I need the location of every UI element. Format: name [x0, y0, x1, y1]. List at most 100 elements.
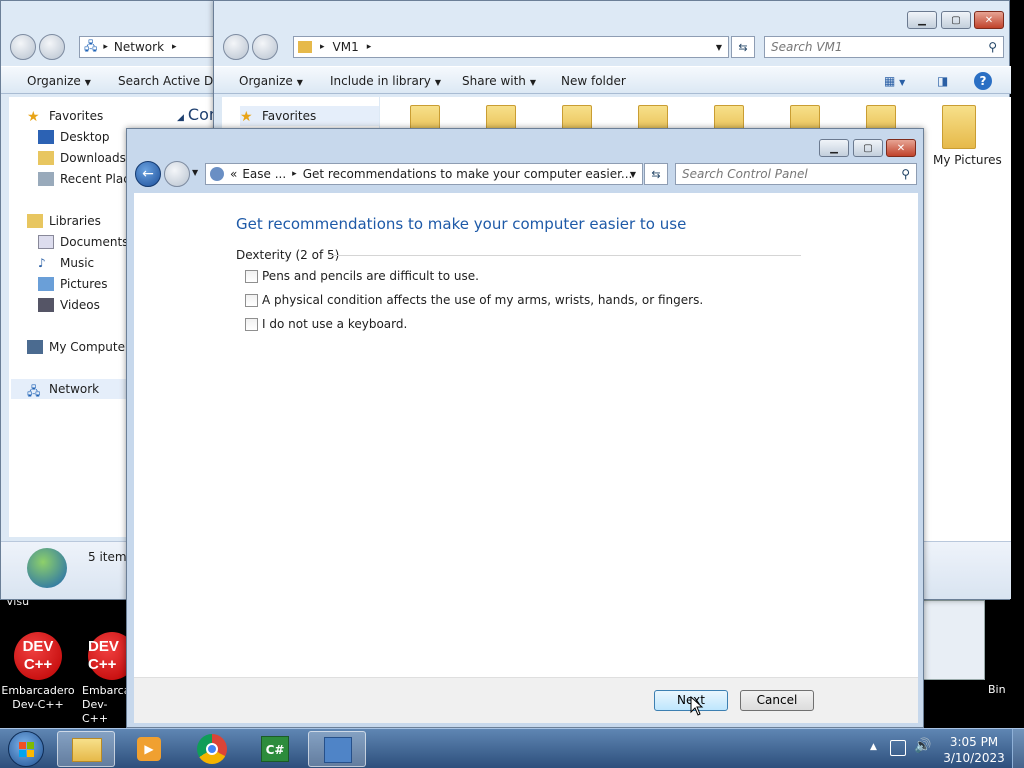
nav-libraries[interactable]: Libraries: [27, 211, 101, 231]
taskbar-explorer[interactable]: [57, 731, 115, 767]
maximize-button[interactable]: ▢: [941, 11, 971, 29]
preview-pane-icon[interactable]: ◨: [937, 74, 948, 88]
star-icon: ★: [27, 109, 40, 125]
nav-documents[interactable]: Documents: [38, 232, 128, 252]
search-input[interactable]: Search Control Panel ⚲: [675, 163, 917, 185]
recent-places-icon: [38, 172, 54, 186]
taskbar-csharp[interactable]: C#: [246, 731, 304, 767]
nav-desktop[interactable]: Desktop: [38, 127, 110, 147]
checkbox[interactable]: [245, 293, 258, 307]
refresh-icon: ⇆: [651, 167, 661, 181]
option-physical-condition[interactable]: A physical condition affects the use of …: [245, 293, 703, 307]
option-no-keyboard[interactable]: I do not use a keyboard.: [245, 317, 407, 331]
address-bar[interactable]: « Ease ... ▸ Get recommendations to make…: [205, 163, 643, 185]
windows-logo-icon: [27, 742, 34, 749]
refresh-button[interactable]: ⇆: [731, 36, 755, 58]
control-panel-icon: [210, 167, 224, 181]
network-globe-icon: [27, 548, 67, 588]
forward-button[interactable]: [164, 161, 190, 187]
network-tray-icon[interactable]: [890, 740, 906, 756]
address-bar[interactable]: ▸ VM1 ▸ ▼: [293, 36, 729, 58]
start-button[interactable]: [8, 731, 44, 767]
nav-music[interactable]: ♪ Music: [38, 253, 94, 273]
new-folder-button[interactable]: New folder: [561, 74, 626, 88]
desktop-icon-devcpp-2[interactable]: DEV C++ Embarca Dev-C++: [80, 632, 126, 726]
devcpp-logo: DEV C++: [14, 632, 62, 680]
show-desktop-button[interactable]: [1012, 729, 1024, 768]
nav-pictures[interactable]: Pictures: [38, 274, 108, 294]
address-dropdown-icon[interactable]: ▼: [716, 43, 722, 52]
windows-logo-icon: [19, 742, 26, 749]
folder-icon: [298, 41, 312, 53]
documents-icon: [38, 235, 54, 249]
show-hidden-icons-icon[interactable]: ▲: [870, 742, 877, 752]
pictures-icon: [38, 277, 54, 291]
media-player-icon: ▶: [137, 737, 161, 761]
clock[interactable]: 3:05 PM 3/10/2023: [942, 734, 1006, 766]
option-pens-pencils[interactable]: Pens and pencils are difficult to use.: [245, 269, 479, 283]
windows-logo-icon: [27, 750, 34, 757]
help-icon[interactable]: ?: [974, 72, 992, 90]
share-with-button[interactable]: Share with ▼: [462, 74, 536, 88]
taskbar-media-player[interactable]: ▶: [120, 731, 178, 767]
taskbar-chrome[interactable]: [183, 731, 241, 767]
folder-icon: [72, 738, 102, 762]
recycle-bin-label: Bin: [988, 683, 1006, 696]
cancel-button[interactable]: Cancel: [740, 690, 814, 711]
clock-date: 3/10/2023: [943, 751, 1005, 765]
desktop-icon: [38, 130, 54, 144]
forward-button[interactable]: [252, 34, 278, 60]
search-icon: ⚲: [988, 40, 997, 54]
nav-favorites[interactable]: ★ Favorites: [27, 106, 103, 126]
clock-time: 3:05 PM: [949, 735, 999, 749]
refresh-button[interactable]: ⇆: [644, 163, 668, 185]
my-pictures-folder-icon[interactable]: [942, 105, 976, 149]
nav-favorites[interactable]: ★ Favorites: [240, 106, 379, 126]
button-bar: Next Cancel: [134, 677, 918, 723]
close-button[interactable]: ✕: [886, 139, 916, 157]
nav-recent-places[interactable]: Recent Place: [38, 169, 137, 189]
volume-icon[interactable]: 🔊: [914, 738, 931, 754]
address-dropdown-icon[interactable]: ▼: [630, 170, 636, 179]
content-area: Get recommendations to make your compute…: [134, 193, 918, 677]
desktop-icon-devcpp[interactable]: DEV C++ Embarcadero Dev-C++: [0, 632, 76, 712]
nav-downloads[interactable]: Downloads: [38, 148, 126, 168]
search-input[interactable]: Search VM1 ⚲: [764, 36, 1004, 58]
section-divider: [329, 255, 801, 256]
close-button[interactable]: ✕: [974, 11, 1004, 29]
ease-of-access-window: ▁ ▢ ✕ ← ▼ « Ease ... ▸ Get recommendatio…: [126, 128, 924, 728]
forward-button[interactable]: [39, 34, 65, 60]
recent-pages-dropdown[interactable]: ▼: [192, 168, 198, 177]
checkbox[interactable]: [245, 269, 258, 283]
nav-videos[interactable]: Videos: [38, 295, 100, 315]
checkbox[interactable]: [245, 317, 258, 331]
csharp-icon: C#: [261, 736, 289, 762]
computer-icon: [27, 340, 43, 354]
minimize-button[interactable]: ▁: [819, 139, 849, 157]
mouse-cursor-icon: [690, 696, 704, 716]
back-button[interactable]: [223, 34, 249, 60]
organize-button[interactable]: Organize ▼: [27, 74, 91, 88]
maximize-button[interactable]: ▢: [853, 139, 883, 157]
section-header: Dexterity (2 of 5): [236, 248, 340, 262]
windows-logo-icon: [19, 750, 26, 757]
breadcrumb-ease[interactable]: Ease ...: [242, 167, 286, 181]
address-bar[interactable]: 🖧 ▸ Network ▸: [79, 36, 215, 58]
include-in-library-button[interactable]: Include in library ▼: [330, 74, 441, 88]
music-icon: ♪: [38, 256, 46, 270]
breadcrumb-current[interactable]: Get recommendations to make your compute…: [303, 167, 633, 181]
organize-button[interactable]: Organize ▼: [239, 74, 303, 88]
devcpp-logo: DEV C++: [88, 632, 126, 680]
back-button[interactable]: [10, 34, 36, 60]
taskbar-control-panel[interactable]: [308, 731, 366, 767]
background-window-fragment: [923, 600, 985, 680]
minimize-button[interactable]: ▁: [907, 11, 937, 29]
nav-my-computer[interactable]: My Computer: [27, 337, 130, 357]
back-button[interactable]: ←: [135, 161, 161, 187]
my-pictures-label[interactable]: My Pictures: [933, 153, 1002, 167]
libraries-icon: [27, 214, 43, 228]
desktop-icon-label: Dev-C++: [12, 698, 64, 711]
control-panel-icon: [324, 737, 352, 763]
network-icon: 🖧: [27, 384, 41, 398]
view-options-icon[interactable]: ▦ ▼: [884, 74, 905, 88]
